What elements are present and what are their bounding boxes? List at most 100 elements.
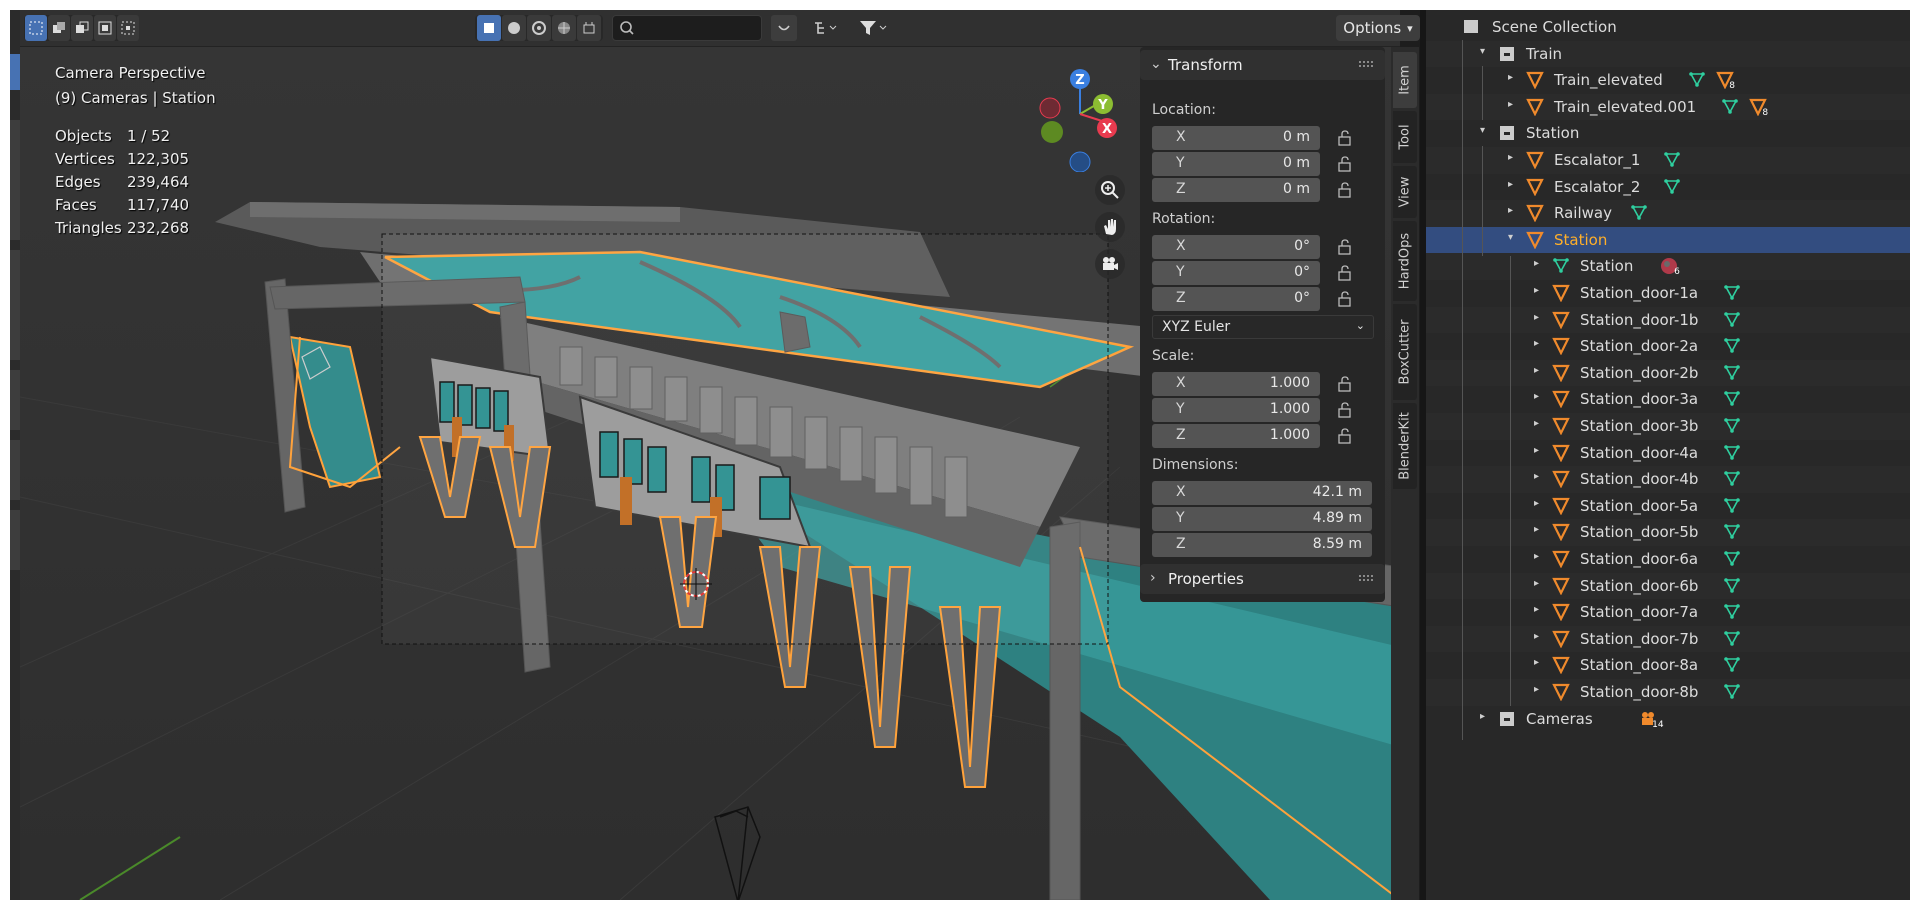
outliner-object-row[interactable]: ▸ Station_door-2a (1426, 333, 1910, 360)
drag-grip-icon[interactable] (1359, 61, 1373, 67)
filter-dropdown[interactable] (852, 15, 894, 41)
neg-z-icon[interactable] (1069, 151, 1091, 172)
disclosure-closed-icon[interactable]: ▸ (1534, 418, 1539, 429)
outliner-collection-row[interactable]: ▾ Station (1426, 120, 1910, 147)
disclosure-open-icon[interactable]: ▾ (1480, 125, 1485, 136)
solid-icon[interactable] (502, 15, 526, 41)
outliner-object-row[interactable]: ▸ Station_door-7a (1426, 599, 1910, 626)
hierarchy-dropdown[interactable] (806, 15, 846, 41)
outliner-object-row[interactable]: ▸ Station_door-4b (1426, 466, 1910, 493)
outliner-object-row[interactable]: ▾ Station (1426, 226, 1910, 254)
disclosure-open-icon[interactable]: ▾ (1480, 46, 1485, 57)
outliner-object-row[interactable]: ▸ Escalator_2 (1426, 174, 1910, 201)
overlay-stats-icon[interactable] (577, 15, 601, 41)
toolbar-group[interactable] (10, 440, 20, 500)
disclosure-closed-icon[interactable]: ▸ (1508, 179, 1513, 190)
lock-icon[interactable] (1336, 265, 1356, 281)
disclosure-closed-icon[interactable]: ▸ (1534, 471, 1539, 482)
difference-icon[interactable] (94, 15, 116, 41)
properties-header[interactable]: › Properties (1140, 564, 1385, 594)
scale-y-field[interactable]: Y 1.000 (1152, 398, 1320, 422)
outliner-object-row[interactable]: ▸ Station_door-8a (1426, 652, 1910, 679)
disclosure-closed-icon[interactable]: ▸ (1534, 391, 1539, 402)
outliner-object-row[interactable]: ▸ Station_door-3b (1426, 413, 1910, 440)
outliner-object-row[interactable]: ▸ Train_elevated.001 8 (1426, 93, 1910, 121)
disclosure-closed-icon[interactable]: ▸ (1534, 657, 1539, 668)
disclosure-closed-icon[interactable]: ▸ (1534, 524, 1539, 535)
tab-boxcutter[interactable]: BoxCutter (1393, 304, 1417, 400)
outliner-collection-row[interactable]: ▸ Cameras 14 (1426, 706, 1910, 733)
rotation-z-field[interactable]: Z 0° (1152, 287, 1320, 311)
lock-icon[interactable] (1336, 291, 1356, 307)
outliner-object-row[interactable]: ▸ Station_door-3a (1426, 386, 1910, 413)
select-box-icon[interactable] (25, 15, 47, 41)
scale-x-field[interactable]: X 1.000 (1152, 372, 1320, 396)
dimensions-z-field[interactable]: Z 8.59 m (1152, 533, 1372, 557)
outliner-object-row[interactable]: ▸ Station_door-5a (1426, 493, 1910, 520)
outliner-object-row[interactable]: ▸ Station 6 (1426, 253, 1910, 280)
outliner-object-row[interactable]: ▸ Station_door-1a (1426, 280, 1910, 307)
disclosure-closed-icon[interactable]: ▸ (1534, 551, 1539, 562)
neg-y-icon[interactable] (1041, 121, 1063, 143)
neg-x-icon[interactable] (1039, 97, 1061, 119)
location-x-field[interactable]: X0 m (1152, 126, 1320, 150)
outliner-object-row[interactable]: ▸ Station_door-8b (1426, 679, 1910, 706)
tab-hardops[interactable]: HardOps (1393, 221, 1417, 301)
options-button[interactable]: Options ▾ (1336, 15, 1420, 41)
toolbar-group[interactable] (10, 120, 20, 240)
disclosure-closed-icon[interactable]: ▸ (1534, 258, 1539, 269)
disclosure-closed-icon[interactable]: ▸ (1534, 498, 1539, 509)
scale-z-field[interactable]: Z 1.000 (1152, 424, 1320, 448)
filter-curve-icon[interactable] (771, 15, 797, 41)
disclosure-closed-icon[interactable]: ▸ (1534, 578, 1539, 589)
lock-icon[interactable] (1336, 428, 1356, 444)
extend-icon[interactable] (48, 15, 70, 41)
lock-icon[interactable] (1336, 402, 1356, 418)
outliner-object-row[interactable]: ▸ Station_door-1b (1426, 306, 1910, 334)
rotation-y-field[interactable]: Y 0° (1152, 261, 1320, 285)
search-input[interactable] (612, 15, 762, 41)
outliner-object-row[interactable]: ▸ Escalator_1 (1426, 147, 1910, 174)
rendered-icon[interactable] (552, 15, 576, 41)
disclosure-closed-icon[interactable]: ▸ (1534, 631, 1539, 642)
transform-header[interactable]: ⌄ Transform (1140, 50, 1385, 80)
disclosure-closed-icon[interactable]: ▸ (1508, 205, 1513, 216)
zoom-icon[interactable] (1095, 175, 1125, 205)
tab-tool[interactable]: Tool (1393, 111, 1417, 163)
material-icon[interactable] (527, 15, 551, 41)
disclosure-closed-icon[interactable]: ▸ (1534, 604, 1539, 615)
outliner-object-row[interactable]: ▸ Station_door-4a (1426, 440, 1910, 467)
disclosure-closed-icon[interactable]: ▸ (1508, 72, 1513, 83)
camera-view-icon[interactable] (1095, 249, 1125, 279)
hand-pan-icon[interactable] (1095, 212, 1125, 242)
disclosure-closed-icon[interactable]: ▸ (1534, 365, 1539, 376)
toolbar-group[interactable] (10, 250, 20, 360)
intersect-icon[interactable] (117, 15, 139, 41)
outliner-object-row[interactable]: ▸ Station_door-6a (1426, 546, 1910, 573)
lock-icon[interactable] (1336, 156, 1356, 172)
disclosure-closed-icon[interactable]: ▸ (1480, 711, 1485, 722)
navigation-gizmo[interactable]: Z Y X (1025, 62, 1135, 172)
subtract-icon[interactable] (71, 15, 93, 41)
outliner-object-row[interactable]: ▸ Station_door-7b (1426, 625, 1910, 653)
outliner-root[interactable]: Scene Collection (1426, 14, 1910, 41)
outliner-object-row[interactable]: ▸ Railway (1426, 200, 1910, 227)
disclosure-open-icon[interactable]: ▾ (1508, 232, 1513, 243)
disclosure-closed-icon[interactable]: ▸ (1508, 152, 1513, 163)
tab-item[interactable]: Item (1393, 52, 1417, 108)
lock-icon[interactable] (1336, 130, 1356, 146)
location-z-field[interactable]: Z0 m (1152, 178, 1320, 202)
outliner-object-row[interactable]: ▸ Train_elevated 8 (1426, 67, 1910, 94)
outliner-collection-row[interactable]: ▾ Train (1426, 40, 1910, 68)
disclosure-closed-icon[interactable]: ▸ (1534, 445, 1539, 456)
lock-icon[interactable] (1336, 376, 1356, 392)
drag-grip-icon[interactable] (1359, 575, 1373, 581)
dimensions-x-field[interactable]: X 42.1 m (1152, 481, 1372, 505)
toolbar-group[interactable] (10, 510, 20, 570)
disclosure-closed-icon[interactable]: ▸ (1508, 99, 1513, 110)
disclosure-closed-icon[interactable]: ▸ (1534, 684, 1539, 695)
disclosure-closed-icon[interactable]: ▸ (1534, 338, 1539, 349)
outliner-object-row[interactable]: ▸ Station_door-5b (1426, 519, 1910, 546)
rotation-mode-select[interactable]: XYZ Euler ⌄ (1152, 315, 1374, 339)
lock-icon[interactable] (1336, 182, 1356, 198)
